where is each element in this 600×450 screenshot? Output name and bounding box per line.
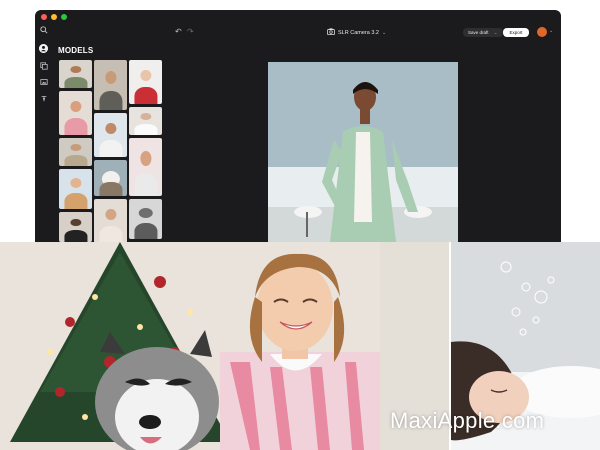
- window-controls: [41, 14, 67, 20]
- chevron-down-icon[interactable]: ⌄: [549, 28, 553, 34]
- minimize-window-button[interactable]: [51, 14, 57, 20]
- search-icon[interactable]: [40, 26, 48, 34]
- model-thumbnail[interactable]: [94, 160, 127, 196]
- app-window: MODELS ↶ ↷ SLR Camera 3.2 ⌄ Save draft ⌄…: [35, 10, 561, 242]
- model-thumbnail[interactable]: [94, 113, 127, 157]
- model-thumbnail[interactable]: [129, 138, 162, 196]
- sidebar-rail: [35, 24, 53, 242]
- canvas-photo: [268, 62, 458, 242]
- avatar[interactable]: [537, 27, 547, 37]
- copy-icon[interactable]: [40, 62, 48, 70]
- model-thumbnail[interactable]: [59, 212, 92, 242]
- model-thumbnail[interactable]: [59, 169, 92, 209]
- collage-photo-girl-dog: [0, 242, 449, 450]
- model-thumbnail[interactable]: [59, 60, 92, 88]
- redo-icon[interactable]: ↷: [187, 27, 194, 36]
- model-thumbnail[interactable]: [129, 199, 162, 239]
- model-thumbnail[interactable]: [59, 138, 92, 166]
- chevron-down-icon: ⌄: [381, 29, 387, 36]
- camera-label: SLR Camera 3.2: [338, 29, 379, 36]
- model-thumbnail[interactable]: [59, 91, 92, 135]
- camera-selector[interactable]: SLR Camera 3.2 ⌄: [327, 28, 386, 37]
- model-thumbnail[interactable]: [129, 60, 162, 104]
- export-button[interactable]: Export: [503, 28, 529, 37]
- save-draft-button[interactable]: Save draft ⌄: [463, 28, 503, 37]
- adjust-icon[interactable]: [40, 94, 48, 102]
- model-thumbnail[interactable]: [94, 60, 127, 110]
- panel-title: MODELS: [58, 46, 94, 55]
- undo-icon[interactable]: ↶: [175, 27, 182, 36]
- zoom-window-button[interactable]: [61, 14, 67, 20]
- image-icon[interactable]: [40, 78, 48, 86]
- chevron-down-icon[interactable]: ⌄: [494, 30, 498, 35]
- model-thumbnail[interactable]: [129, 107, 162, 135]
- close-window-button[interactable]: [41, 14, 47, 20]
- camera-icon: [327, 28, 335, 37]
- person-icon[interactable]: [39, 44, 48, 53]
- watermark-text: MaxiApple.com: [390, 408, 545, 433]
- model-thumbnail[interactable]: [94, 199, 127, 242]
- save-draft-label: Save draft: [468, 30, 489, 35]
- models-panel: MODELS: [55, 40, 167, 242]
